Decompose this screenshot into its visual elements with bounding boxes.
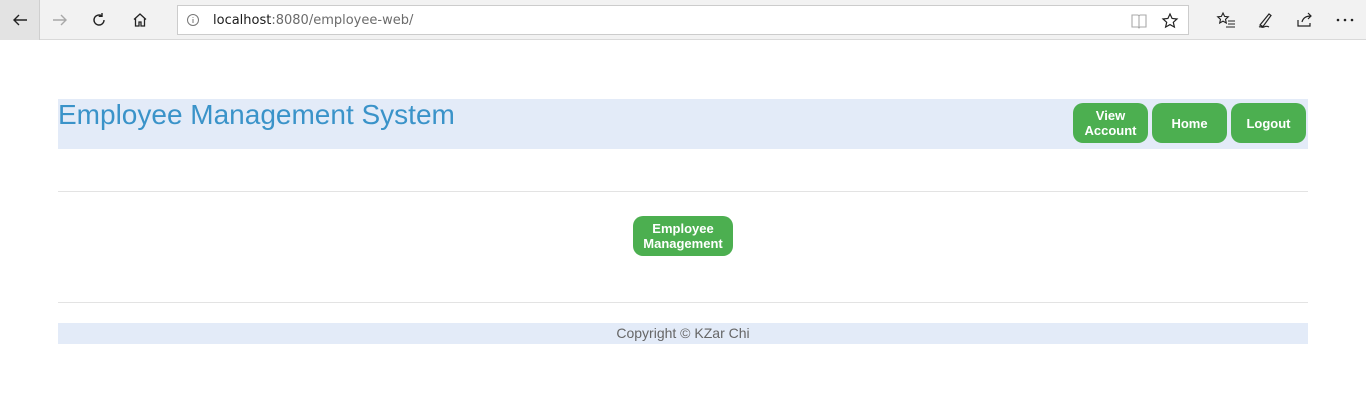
favorite-star-icon[interactable] — [1161, 12, 1179, 30]
refresh-icon — [93, 13, 105, 26]
web-note-button[interactable] — [1246, 0, 1286, 40]
address-bar[interactable]: localhost:8080/employee-web/ — [177, 5, 1189, 35]
url-text[interactable]: localhost:8080/employee-web/ — [213, 13, 413, 28]
logout-button[interactable]: Logout — [1231, 103, 1306, 143]
copyright-text: Copyright © KZar Chi — [616, 325, 750, 341]
view-account-label-line1: View — [1095, 108, 1126, 123]
site-title: Employee Management System — [58, 99, 455, 130]
back-icon — [12, 14, 27, 26]
reading-view-icon[interactable] — [1130, 12, 1148, 30]
home-page-button[interactable] — [120, 0, 160, 40]
url-host: localhost — [213, 13, 272, 28]
home-button[interactable]: Home — [1152, 103, 1227, 143]
view-account-label-line2: Account — [1084, 123, 1137, 138]
employee-management-label-line2: Management — [643, 236, 723, 251]
more-button[interactable] — [1325, 0, 1365, 40]
divider-top — [58, 191, 1308, 192]
favorites-button[interactable] — [1206, 0, 1246, 40]
divider-bottom — [58, 302, 1308, 303]
employee-management-label-line1: Employee — [652, 221, 714, 236]
forward-icon — [53, 14, 67, 26]
home-icon — [133, 13, 147, 27]
view-account-button[interactable]: View Account — [1073, 103, 1148, 143]
forward-button[interactable] — [40, 0, 80, 40]
info-icon[interactable] — [186, 13, 200, 27]
favorites-list-icon — [1216, 11, 1235, 28]
share-button[interactable] — [1285, 0, 1325, 40]
url-path: :8080/employee-web/ — [271, 13, 414, 28]
footer: Copyright © KZar Chi — [58, 323, 1308, 344]
employee-management-button[interactable]: Employee Management — [633, 216, 733, 256]
browser-toolbar: localhost:8080/employee-web/ — [0, 0, 1366, 40]
refresh-button[interactable] — [79, 0, 119, 40]
share-icon — [1297, 12, 1312, 27]
pen-icon — [1258, 13, 1272, 28]
page-header: Employee Management System View Account … — [58, 99, 1308, 149]
more-icon — [1336, 18, 1354, 22]
back-button[interactable] — [0, 0, 40, 40]
